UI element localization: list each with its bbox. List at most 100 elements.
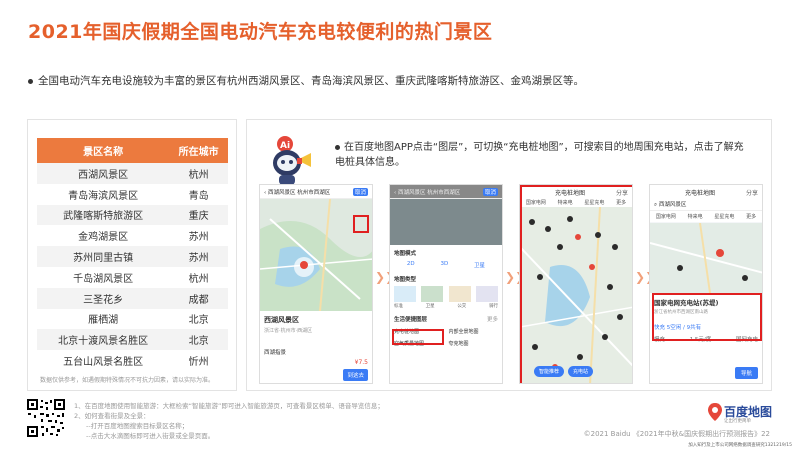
phone-screenshot-2: ‹ 西湖风景区 杭州市西湖区 取消 地图模式 2D 3D 卫星 地图类型 标准 …	[389, 184, 503, 384]
footnote-line: --打开百度地图搜索目标景区名称；	[86, 422, 189, 430]
type-thumb[interactable]	[448, 286, 471, 302]
cell-city: 忻州	[169, 350, 228, 371]
service-option[interactable]: 夸克地图	[449, 340, 499, 347]
table-row: 雁栖湖 北京	[37, 308, 228, 330]
cell-scenic: 雁栖湖	[37, 308, 170, 330]
cell-city: 杭州	[169, 266, 228, 288]
mode-option[interactable]: 卫星	[474, 261, 485, 269]
intro-bullet: 全国电动汽车充电设施较为丰富的景区有杭州西湖风景区、青岛海滨风景区、重庆武隆喀斯…	[28, 73, 584, 88]
phone4-header: 充电桩地图 分享	[650, 185, 762, 197]
phone2-cancel: 取消	[482, 188, 498, 196]
cell-city: 北京	[169, 329, 228, 351]
phone4-title: 充电桩地图	[684, 190, 715, 197]
phone2-types-title: 地图类型	[394, 277, 417, 283]
cell-scenic: 五台山风景名胜区	[37, 350, 170, 371]
phone4-share[interactable]: 分享	[746, 188, 758, 197]
filter-option[interactable]: 星星充电	[714, 213, 734, 220]
cell-scenic: 金鸡湖景区	[37, 225, 170, 247]
baidu-map-logo-sub: 让出行更简单	[724, 419, 751, 424]
cell-city: 苏州	[169, 225, 228, 247]
type-thumb[interactable]	[421, 286, 444, 302]
phone1-go-button[interactable]: 到这去	[343, 369, 368, 381]
cell-city: 成都	[169, 287, 228, 309]
phone2-more[interactable]: 更多	[487, 315, 498, 323]
phone4-search-text: 西湖风景区	[658, 202, 687, 208]
phone2-dimmed-map	[390, 199, 502, 245]
page-title: 2021年国庆假期全国电动汽车充电较便利的热门景区	[28, 21, 493, 43]
phone1-place-name: 西湖风景区	[264, 316, 299, 324]
bullet-dot	[28, 78, 33, 84]
phone2-search-text: 西湖风景区 杭州市西湖区	[397, 190, 461, 196]
layer-button-highlight[interactable]	[353, 215, 369, 233]
type-label: 骑行	[488, 304, 498, 309]
intro-text: 全国电动汽车充电设施较为丰富的景区有杭州西湖风景区、青岛海滨风景区、重庆武隆喀斯…	[38, 75, 584, 87]
table-row: 金鸡湖景区 苏州	[37, 225, 228, 247]
footnote-line: 1、在百度地图使用智能旅游：大框检索“智能旅游”即可进入智能旅游页，可查看景区榜…	[74, 402, 384, 410]
phone2-search-bar: ‹ 西湖风景区 杭州市西湖区 取消	[390, 185, 502, 199]
phone2-service-title: 生活便捷图层 更多	[394, 315, 498, 323]
footer-id-line: 加入知行及上市公司网络数据调查研究1321219/15	[688, 443, 792, 448]
footnotes: 1、在百度地图使用智能旅游：大框检索“智能旅游”即可进入智能旅游页，可查看景区榜…	[74, 401, 384, 441]
type-label: 标准	[394, 304, 403, 309]
charging-map-highlight[interactable]	[392, 329, 444, 345]
phone4-filters: 国家电网 特来电 星星充电 更多	[650, 211, 762, 222]
cell-city: 青岛	[169, 183, 228, 205]
type-label: 公交	[457, 304, 467, 309]
phone4-map	[650, 223, 762, 293]
baidu-map-logo-icon	[708, 403, 722, 421]
charging-map-screen-highlight	[520, 185, 632, 383]
table-row: 三圣花乡 成都	[37, 287, 228, 309]
app-guide-text: 在百度地图APP点击“图层”，可切换“充电桩地图”，可搜索目的地周围充电站，点击…	[335, 142, 744, 168]
phone1-place-card: 西湖风景区 浙江省·杭州市·西湖区 西湖指景 ¥7.5 到这去	[260, 311, 372, 383]
phone4-search-bar[interactable]: ⌕ 西湖风景区	[650, 197, 762, 211]
filter-option[interactable]: 更多	[746, 213, 756, 220]
header-scenic-name: 景区名称	[37, 138, 170, 163]
table-row: 五台山风景名胜区 忻州	[37, 350, 228, 371]
bullet-dot	[335, 144, 340, 150]
table-note: 数据仅供参考，如遇假期特殊情况不可抗力因素，请以实际为准。	[40, 377, 215, 384]
phone2-type-labels: 标准 卫星 公交 骑行	[394, 303, 498, 309]
phone1-price: ¥7.5	[354, 359, 368, 366]
cell-city: 北京	[169, 308, 228, 330]
header-city: 所在城市	[169, 138, 228, 163]
phone-screenshot-3: 充电桩地图 分享 国家电网 特来电 星星充电 更多 智能推荐 充电站	[519, 184, 633, 384]
phone2-modes: 2D 3D 卫星	[394, 261, 498, 269]
phone1-cancel: 取消	[352, 188, 368, 196]
cell-scenic: 三圣花乡	[37, 287, 170, 309]
app-guide-panel: Ai 在百度地图APP点击“图层”，可切换“充电桩地图”，可搜索目的地周围充电站…	[246, 119, 772, 391]
cell-scenic: 千岛湖风景区	[37, 266, 170, 288]
filter-option[interactable]: 国家电网	[656, 213, 676, 220]
phone4-navigate-button[interactable]: 导航	[734, 367, 758, 379]
app-guide-bullet: 在百度地图APP点击“图层”，可切换“充电桩地图”，可搜索目的地周围充电站，点击…	[335, 140, 745, 170]
mode-option[interactable]: 2D	[407, 261, 415, 269]
cell-city: 苏州	[169, 246, 228, 267]
scenic-table: 景区名称 所在城市 西湖风景区 杭州 青岛海滨风景区 青岛 武隆喀斯特旅游区 重庆 金…	[37, 138, 228, 371]
cell-scenic: 北京十渡风景名胜区	[37, 329, 170, 351]
scenic-table-panel: 景区名称 所在城市 西湖风景区 杭州 青岛海滨风景区 青岛 武隆喀斯特旅游区 重庆 金…	[27, 119, 237, 391]
table-row: 青岛海滨风景区 青岛	[37, 183, 228, 205]
cell-scenic: 青岛海滨风景区	[37, 183, 170, 205]
qr-code-icon	[26, 398, 66, 438]
phone2-layer-title: 地图模式	[394, 251, 417, 257]
phone1-tab: 西湖指景	[264, 350, 287, 356]
footnote-line: 2、如何查看街景及全景：	[74, 412, 150, 420]
type-thumb[interactable]	[475, 286, 498, 302]
phone-screenshot-1: ‹ 西湖风景区 杭州市西湖区 取消 西湖风景区 浙江省·杭州市·西湖区 西湖指景…	[259, 184, 373, 384]
service-option[interactable]: 内部全景地图	[449, 328, 499, 335]
station-detail-highlight	[652, 293, 762, 341]
table-row: 西湖风景区 杭州	[37, 163, 228, 184]
svg-text:Ai: Ai	[280, 141, 290, 151]
footnote-line: --点击大水滴图标即可进入街景或全景页面。	[86, 432, 215, 440]
cell-city: 杭州	[169, 163, 228, 184]
phone2-layer-sheet: 地图模式 2D 3D 卫星 地图类型 标准 卫星 公交 骑行 生活便捷图层 更多…	[390, 245, 502, 383]
report-footer: ©2021 Baidu 《2021年中秋&国庆假期出行预测报告》22	[583, 430, 770, 438]
table-header-row: 景区名称 所在城市	[37, 138, 228, 163]
mode-option[interactable]: 3D	[440, 261, 448, 269]
phone1-search-bar: ‹ 西湖风景区 杭州市西湖区 取消	[260, 185, 372, 199]
phone1-place-sub: 浙江省·杭州市·西湖区	[264, 328, 313, 334]
type-label: 卫星	[425, 304, 435, 309]
robot-mascot-icon: Ai	[273, 136, 311, 185]
type-thumb[interactable]	[394, 286, 416, 302]
cell-scenic: 西湖风景区	[37, 163, 170, 184]
filter-option[interactable]: 特来电	[688, 213, 703, 220]
